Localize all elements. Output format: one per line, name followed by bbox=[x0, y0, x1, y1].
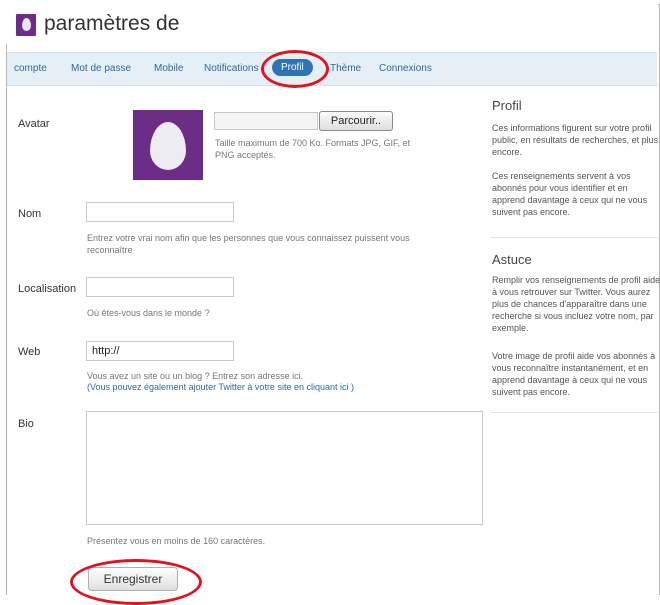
highlight-ring-profil bbox=[261, 50, 329, 88]
page-header: paramètres de bbox=[6, 4, 658, 44]
bio-textarea[interactable] bbox=[86, 411, 483, 525]
name-input[interactable] bbox=[86, 202, 234, 222]
web-label: Web bbox=[18, 346, 41, 358]
sidebar-astuce-title: Astuce bbox=[492, 252, 532, 267]
avatar-hint: Taille maximum de 700 Ko. Formats JPG, G… bbox=[215, 138, 411, 160]
tab-mot-de-passe[interactable]: Mot de passe bbox=[71, 63, 131, 74]
tab-theme[interactable]: Thème bbox=[330, 63, 361, 74]
name-label: Nom bbox=[18, 208, 42, 220]
page-title: paramètres de bbox=[44, 12, 180, 35]
sidebar-astuce-text-1: Remplir vos renseignements de profil aid… bbox=[492, 275, 660, 333]
profile-avatar-image bbox=[133, 110, 203, 180]
highlight-ring-save bbox=[70, 559, 202, 605]
sidebar-profil-text-1: Ces informations figurent sur votre prof… bbox=[492, 123, 659, 157]
egg-avatar-icon bbox=[16, 14, 36, 36]
web-input[interactable]: http:// bbox=[86, 341, 234, 361]
location-hint: Où êtes-vous dans le monde ? bbox=[87, 308, 210, 318]
name-hint: Entrez votre vrai nom afin que les perso… bbox=[87, 233, 410, 255]
sidebar-divider bbox=[490, 237, 658, 238]
egg-icon bbox=[150, 122, 186, 170]
add-twitter-link[interactable]: (Vous pouvez également ajouter Twitter à… bbox=[87, 382, 354, 392]
bio-label: Bio bbox=[18, 418, 34, 430]
tab-compte[interactable]: compte bbox=[14, 63, 47, 74]
location-input[interactable] bbox=[86, 277, 234, 297]
egg-icon bbox=[22, 18, 31, 31]
sidebar-divider bbox=[490, 412, 658, 413]
sidebar-profil-text-2: Ces renseignements servent à vos abonnés… bbox=[492, 171, 648, 217]
tab-notifications[interactable]: Notifications bbox=[204, 63, 258, 74]
tab-connexions[interactable]: Connexions bbox=[379, 63, 432, 74]
web-hint: Vous avez un site ou un blog ? Entrez so… bbox=[87, 371, 304, 381]
sidebar-astuce-text-2: Votre image de profil aide vos abonnés à… bbox=[492, 351, 656, 397]
avatar-file-field[interactable] bbox=[214, 112, 318, 130]
settings-tabs: compte Mot de passe Mobile Notifications… bbox=[7, 52, 657, 86]
avatar-label: Avatar bbox=[18, 118, 50, 130]
tab-mobile[interactable]: Mobile bbox=[154, 63, 183, 74]
bio-hint: Présentez vous en moins de 160 caractère… bbox=[87, 536, 266, 546]
browse-button[interactable]: Parcourir.. bbox=[319, 111, 393, 131]
location-label: Localisation bbox=[18, 283, 77, 295]
sidebar-profil-title: Profil bbox=[492, 98, 522, 113]
